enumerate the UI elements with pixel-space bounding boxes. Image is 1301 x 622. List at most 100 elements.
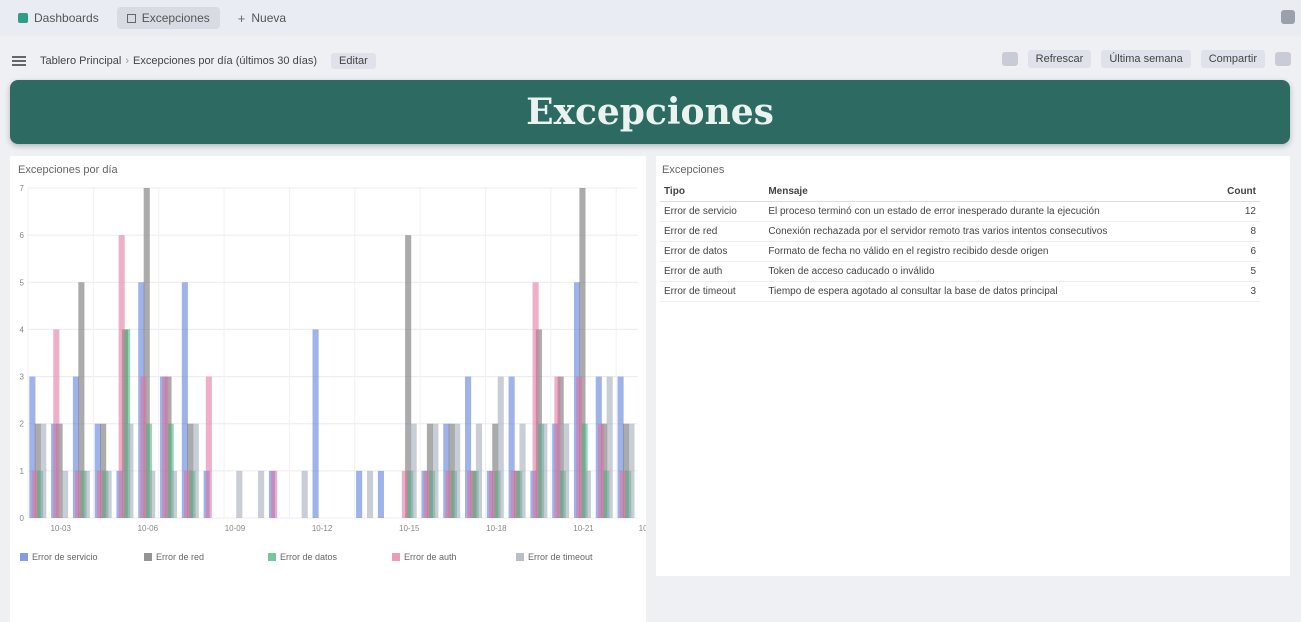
- legend-swatch: [516, 553, 524, 561]
- legend-swatch: [20, 553, 28, 561]
- legend-label: Error de red: [156, 552, 204, 562]
- y-tick-label: 3: [20, 373, 25, 382]
- breadcrumb-item[interactable]: Excepciones por día (últimos 30 días): [133, 55, 317, 67]
- cell-message: El proceso terminó con un estado de erro…: [764, 201, 1213, 222]
- column-header-count[interactable]: Count: [1212, 182, 1260, 202]
- share-button[interactable]: Compartir: [1200, 50, 1265, 68]
- bar: [236, 470, 243, 518]
- bar: [356, 470, 363, 518]
- x-tick-label: 10-18: [486, 524, 507, 533]
- bar: [31, 470, 38, 518]
- column-header-message[interactable]: Mensaje: [764, 182, 1213, 202]
- menu-icon: [12, 56, 26, 66]
- chart-panel-title: Excepciones por día: [18, 164, 118, 176]
- cell-count: 6: [1212, 241, 1260, 262]
- y-tick-label: 2: [20, 420, 25, 429]
- bar: [410, 423, 417, 518]
- bar: [149, 470, 156, 518]
- legend-swatch: [144, 553, 152, 561]
- refresh-icon[interactable]: [1001, 52, 1018, 66]
- edit-button[interactable]: Editar: [331, 53, 376, 69]
- bar: [519, 423, 526, 518]
- bar: [162, 376, 169, 518]
- bar: [597, 423, 605, 518]
- table-panel: Excepciones Tipo Mensaje Count Error de …: [656, 156, 1290, 576]
- bar: [140, 376, 147, 518]
- toolbar-actions: Refrescar Última semana Compartir: [1001, 50, 1291, 68]
- bar: [401, 470, 408, 518]
- tab-label: Excepciones: [141, 11, 210, 25]
- legend-label: Error de servicio: [32, 552, 98, 562]
- bar: [61, 470, 69, 518]
- breadcrumb-item[interactable]: Tablero Principal: [40, 55, 121, 67]
- cell-message: Tiempo de espera agotado al consultar la…: [764, 281, 1213, 302]
- bar: [83, 470, 90, 518]
- bar: [312, 329, 319, 518]
- bar: [628, 423, 635, 518]
- table-header-row: Tipo Mensaje Count: [660, 182, 1260, 202]
- bar: [271, 470, 278, 518]
- x-tick-label: 10-21: [573, 524, 594, 533]
- plus-icon: +: [237, 10, 246, 26]
- column-header-type[interactable]: Tipo: [660, 182, 765, 202]
- bar: [118, 235, 125, 518]
- bar: [497, 376, 504, 518]
- bar: [619, 470, 626, 518]
- page-banner: Excepciones: [10, 80, 1290, 144]
- y-tick-label: 0: [20, 514, 25, 523]
- breadcrumb-separator: ›: [125, 55, 129, 67]
- window-icon[interactable]: [1281, 10, 1295, 24]
- table-row[interactable]: Error de servicio El proceso terminó con…: [660, 201, 1260, 222]
- cell-message: Token de acceso caducado o inválido: [764, 261, 1213, 282]
- tab-label: Nueva: [251, 11, 287, 25]
- time-range-button[interactable]: Última semana: [1101, 50, 1191, 68]
- legend-label: Error de auth: [404, 552, 457, 562]
- chart-panel: Excepciones por día 0 1 2 3 4 5 6 7 10-03 10-06 10…: [10, 156, 646, 622]
- table-row[interactable]: Error de red Conexión rechazada por el s…: [660, 221, 1260, 242]
- legend-swatch: [268, 553, 276, 561]
- bar: [96, 470, 103, 518]
- bar: [40, 423, 47, 518]
- menu-button[interactable]: [12, 56, 26, 66]
- edit-label: Editar: [339, 55, 368, 67]
- y-tick-label: 5: [20, 278, 25, 287]
- x-tick-label: 10-12: [312, 524, 333, 533]
- cell-count: 3: [1212, 281, 1260, 302]
- bar: [475, 423, 483, 518]
- bar: [554, 376, 561, 518]
- cell-type: Error de auth: [660, 261, 765, 282]
- bar: [205, 376, 212, 518]
- top-bar: Dashboards Excepciones + Nueva: [0, 0, 1301, 36]
- tab-new[interactable]: + Nueva: [228, 7, 296, 29]
- table-row[interactable]: Error de timeout Tiempo de espera agotad…: [660, 281, 1260, 302]
- settings-icon[interactable]: [1275, 52, 1291, 66]
- legend-swatch: [392, 553, 400, 561]
- x-tick-label: 10-03: [50, 524, 71, 533]
- bar: [432, 423, 439, 518]
- cell-count: 8: [1212, 221, 1260, 242]
- legend-label: Error de timeout: [528, 552, 593, 562]
- cell-message: Conexión rechazada por el servidor remot…: [764, 221, 1213, 242]
- breadcrumb: Tablero Principal › Excepciones por día …: [40, 55, 317, 67]
- bar: [576, 376, 583, 518]
- x-tick-label: 10-15: [399, 524, 420, 533]
- bar: [606, 376, 613, 518]
- tab-dashboards[interactable]: Dashboards: [8, 7, 109, 29]
- legend-label: Error de datos: [280, 552, 338, 562]
- x-tick-label: 10-24: [639, 524, 646, 533]
- table-row[interactable]: Error de datos Formato de fecha no válid…: [660, 241, 1260, 262]
- refresh-button[interactable]: Refrescar: [1027, 50, 1092, 68]
- page-title: Excepciones: [526, 91, 774, 133]
- y-tick-label: 6: [20, 231, 25, 240]
- bar: [454, 423, 461, 518]
- cell-type: Error de red: [660, 221, 765, 242]
- tab-excepciones[interactable]: Excepciones: [116, 7, 220, 29]
- dashboard-icon: [18, 13, 28, 23]
- table-row[interactable]: Error de auth Token de acceso caducado o…: [660, 261, 1260, 282]
- bar: [366, 470, 374, 518]
- bar: [563, 423, 570, 518]
- cell-count: 12: [1212, 201, 1260, 222]
- bar: [488, 470, 496, 518]
- bar: [192, 423, 199, 518]
- bar: [532, 282, 539, 518]
